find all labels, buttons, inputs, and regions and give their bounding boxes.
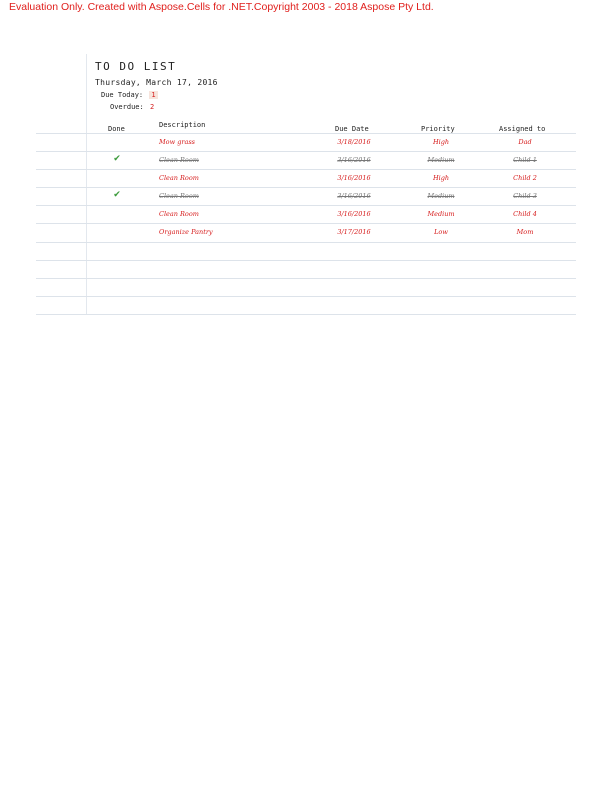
task-due-date[interactable]: 3/16/2016	[337, 192, 370, 200]
current-date: Thursday, March 17, 2016	[95, 78, 218, 87]
task-priority[interactable]: Medium	[427, 156, 454, 164]
due-today-label: Due Today:	[101, 91, 144, 99]
task-assignee[interactable]: Child 2	[513, 174, 537, 182]
overdue-stat: Overdue: 2	[110, 103, 154, 111]
task-priority[interactable]: Medium	[427, 210, 454, 218]
task-description[interactable]: Clean Room	[159, 156, 199, 164]
header-priority[interactable]: Priority	[421, 125, 455, 133]
task-due-date[interactable]: 3/18/2016	[337, 138, 370, 146]
header-done[interactable]: Done	[108, 125, 125, 133]
task-due-date[interactable]: 3/16/2016	[337, 174, 370, 182]
task-due-date[interactable]: 3/16/2016	[337, 156, 370, 164]
overdue-value: 2	[149, 103, 155, 111]
checkmark-icon[interactable]: ✔	[113, 190, 121, 200]
task-due-date[interactable]: 3/16/2016	[337, 210, 370, 218]
margin-line	[86, 54, 87, 315]
task-priority[interactable]: Low	[434, 228, 448, 236]
grid-line	[36, 260, 576, 261]
grid-line	[36, 242, 576, 243]
task-description[interactable]: Organize Pantry	[159, 228, 213, 236]
task-due-date[interactable]: 3/17/2016	[337, 228, 370, 236]
task-description[interactable]: Clean Room	[159, 192, 199, 200]
header-description[interactable]: Description	[159, 121, 205, 129]
task-priority[interactable]: High	[433, 174, 449, 182]
task-priority[interactable]: Medium	[427, 192, 454, 200]
task-assignee[interactable]: Child 4	[513, 210, 537, 218]
grid-line	[36, 151, 576, 152]
task-description[interactable]: Clean Room	[159, 174, 199, 182]
overdue-label: Overdue:	[110, 103, 144, 111]
task-description[interactable]: Mow grass	[159, 138, 195, 146]
task-assignee[interactable]: Mom	[517, 228, 534, 236]
task-description[interactable]: Clean Room	[159, 210, 199, 218]
grid-line	[36, 314, 576, 315]
task-priority[interactable]: High	[433, 138, 449, 146]
task-assignee[interactable]: Dad	[518, 138, 531, 146]
header-assigned-to[interactable]: Assigned to	[499, 125, 545, 133]
task-assignee[interactable]: Child 3	[513, 192, 537, 200]
page-title: TO DO LIST	[95, 60, 177, 73]
grid-line	[36, 296, 576, 297]
grid-line	[36, 278, 576, 279]
grid-line	[36, 169, 576, 170]
checkmark-icon[interactable]: ✔	[113, 154, 121, 164]
todo-sheet: TO DO LIST Thursday, March 17, 2016 Due …	[0, 0, 612, 792]
due-today-value: 1	[149, 91, 158, 99]
grid-line	[36, 223, 576, 224]
grid-line	[36, 187, 576, 188]
grid-line	[36, 205, 576, 206]
header-due-date[interactable]: Due Date	[335, 125, 369, 133]
due-today-stat: Due Today: 1	[101, 91, 158, 99]
task-assignee[interactable]: Child 1	[513, 156, 537, 164]
grid-line	[36, 133, 576, 134]
